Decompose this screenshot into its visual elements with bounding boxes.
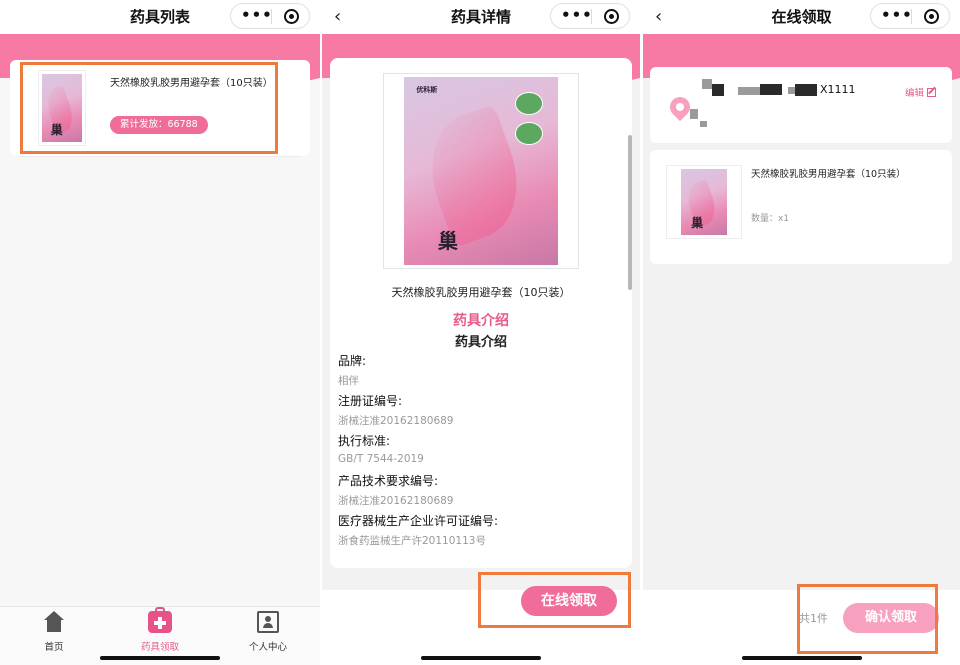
- more-icon[interactable]: •••: [561, 6, 593, 24]
- miniprogram-capsule: •••: [230, 3, 310, 29]
- redacted-block: [702, 79, 712, 89]
- miniprogram-capsule: •••: [550, 3, 630, 29]
- intro-heading-highlight: 药具介绍: [453, 313, 509, 329]
- highlight-box: [797, 584, 938, 654]
- capsule-divider: [271, 9, 272, 24]
- home-icon: [43, 611, 65, 633]
- more-icon[interactable]: •••: [241, 6, 273, 24]
- home-indicator: [741, 656, 862, 660]
- edit-label: 编辑: [904, 88, 924, 99]
- attr-brand-value: 相伴: [338, 375, 359, 387]
- box-brand-text: 优科斯: [416, 85, 438, 94]
- tab-label: 个人中心: [248, 642, 287, 653]
- redacted-block: [795, 84, 817, 96]
- medicine-list-screen: 药具列表 ••• 巢 天然橡胶乳胶男用避孕套（10只装） 累计发放：66788 …: [0, 0, 320, 665]
- tab-label: 药具领取: [140, 642, 179, 653]
- nav-bar: ‹ 药具详情 •••: [322, 0, 640, 34]
- attr-brand-label: 品牌:: [338, 354, 367, 368]
- edit-icon: [927, 88, 936, 97]
- product-thumbnail: 巢: [666, 165, 742, 239]
- highlight-box: [20, 62, 278, 154]
- capsule-divider: [911, 9, 912, 24]
- order-item-card: 巢 天然橡胶乳胶男用避孕套（10只装） 数量：x1: [650, 150, 952, 264]
- close-target-icon[interactable]: [604, 9, 619, 24]
- product-quantity: 数量：x1: [751, 214, 790, 224]
- address-card[interactable]: X1111 编辑: [650, 67, 952, 143]
- tab-home[interactable]: 首页: [14, 611, 94, 653]
- home-indicator: [100, 656, 220, 660]
- product-name: 天然橡胶乳胶男用避孕套（10只装）: [751, 169, 906, 180]
- nav-bar: ‹ 在线领取 •••: [643, 0, 960, 34]
- attr-standard-value: GB/T 7544-2019: [338, 453, 424, 465]
- scrollbar[interactable]: [628, 135, 632, 290]
- highlight-box: [478, 572, 631, 628]
- redacted-block: [700, 121, 707, 127]
- close-target-icon[interactable]: [284, 9, 299, 24]
- user-contacts-icon: [257, 611, 279, 633]
- attr-license-value: 浙食药监械生产许20110113号: [338, 535, 486, 547]
- tab-label: 首页: [44, 642, 64, 653]
- attr-reg-label: 注册证编号:: [338, 394, 403, 408]
- product-image: 优科斯 巢: [383, 73, 579, 269]
- tab-medicine-claim[interactable]: 药具领取: [120, 607, 200, 653]
- medicine-detail-screen: ‹ 药具详情 ••• 优科斯 巢 天然橡胶乳胶男用避孕套（10只装） 药具介绍 …: [322, 0, 640, 665]
- intro-heading: 药具介绍: [454, 335, 507, 350]
- attr-tech-label: 产品技术要求编号:: [338, 474, 439, 488]
- attr-reg-value: 浙械注准20162180689: [338, 415, 454, 427]
- online-claim-screen: ‹ 在线领取 ••• X1111 编辑 巢 天然橡胶乳胶男用避孕套（10只装） …: [643, 0, 960, 665]
- tab-profile[interactable]: 个人中心: [228, 611, 308, 653]
- capsule-divider: [591, 9, 592, 24]
- edit-address-button[interactable]: 编辑: [905, 85, 936, 99]
- nav-bar: 药具列表 •••: [0, 0, 320, 34]
- attr-license-label: 医疗器械生产企业许可证编号:: [338, 514, 499, 528]
- miniprogram-capsule: •••: [870, 3, 950, 29]
- box-glyph: 巢: [437, 228, 458, 253]
- redacted-block: [712, 84, 724, 96]
- divider: [20, 156, 300, 157]
- product-name: 天然橡胶乳胶男用避孕套（10只装）: [391, 286, 571, 299]
- redacted-block: [690, 109, 698, 119]
- attr-standard-label: 执行标准:: [338, 434, 391, 448]
- home-indicator: [421, 656, 541, 660]
- attr-tech-value: 浙械注准20162180689: [338, 495, 454, 507]
- more-icon[interactable]: •••: [881, 6, 913, 24]
- medical-kit-icon: [148, 607, 172, 633]
- recipient-info: X1111: [820, 83, 856, 96]
- redacted-block: [760, 84, 782, 95]
- close-target-icon[interactable]: [924, 9, 939, 24]
